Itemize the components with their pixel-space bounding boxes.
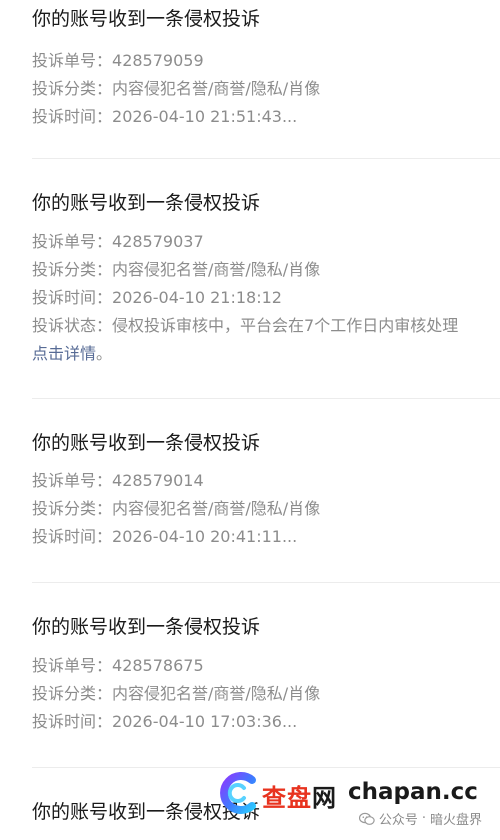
- complaint-card[interactable]: 你的账号收到一条侵权投诉 投诉单号：428579059 投诉分类：内容侵犯名誉/…: [32, 6, 500, 136]
- complaint-title: 你的账号收到一条侵权投诉: [32, 192, 261, 214]
- chapan-logo-icon: [220, 772, 256, 814]
- complaint-category-label: 投诉分类：: [32, 684, 113, 703]
- complaint-time-row: 投诉时间：2026-04-10 17:03:36...: [32, 711, 297, 733]
- view-details-link[interactable]: 点击详情: [32, 344, 96, 363]
- complaint-list-page: 你的账号收到一条侵权投诉 投诉单号：428579059 投诉分类：内容侵犯名誉/…: [0, 0, 500, 840]
- complaint-time-row: 投诉时间：2026-04-10 21:18:12: [32, 287, 282, 309]
- watermark-account-separator: ·: [421, 811, 426, 826]
- complaint-category-label: 投诉分类：: [32, 79, 113, 98]
- complaint-time-value: 2026-04-10 20:41:11...: [112, 527, 298, 546]
- watermark-brand: 查盘网: [262, 778, 337, 813]
- complaint-category-row: 投诉分类：内容侵犯名誉/商誉/隐私/肖像: [32, 683, 320, 705]
- complaint-category-row: 投诉分类：内容侵犯名誉/商誉/隐私/肖像: [32, 78, 320, 100]
- complaint-category-value: 内容侵犯名誉/商誉/隐私/肖像: [112, 499, 321, 518]
- complaint-title: 你的账号收到一条侵权投诉: [32, 8, 261, 30]
- complaint-category-value: 内容侵犯名誉/商誉/隐私/肖像: [112, 684, 321, 703]
- complaint-time-label: 投诉时间：: [32, 527, 113, 546]
- complaint-category-label: 投诉分类：: [32, 260, 113, 279]
- divider: [32, 582, 500, 583]
- complaint-time-row: 投诉时间：2026-04-10 21:51:43...: [32, 106, 297, 128]
- divider: [32, 158, 500, 159]
- divider: [32, 398, 500, 399]
- complaint-number-value: 428578675: [112, 656, 204, 675]
- complaint-category-row: 投诉分类：内容侵犯名誉/商誉/隐私/肖像: [32, 498, 320, 520]
- complaint-number-row: 投诉单号：428579014: [32, 470, 204, 492]
- complaint-number-value: 428579059: [112, 51, 204, 70]
- complaint-time-label: 投诉时间：: [32, 288, 113, 307]
- complaint-number-row: 投诉单号：428579037: [32, 231, 204, 253]
- complaint-card[interactable]: 你的账号收到一条侵权投诉 投诉单号：428578675 投诉分类：内容侵犯名誉/…: [32, 614, 500, 744]
- complaint-title: 你的账号收到一条侵权投诉: [32, 432, 261, 454]
- complaint-category-row: 投诉分类：内容侵犯名誉/商誉/隐私/肖像: [32, 259, 320, 281]
- complaint-time-value: 2026-04-10 17:03:36...: [112, 712, 298, 731]
- complaint-status-row: 投诉状态：侵权投诉审核中，平台会在7个工作日内审核处理: [32, 315, 458, 337]
- watermark-account-prefix: 公众号: [378, 813, 418, 828]
- complaint-detail-row: 点击详情。: [32, 343, 112, 365]
- complaint-number-row: 投诉单号：428578675: [32, 655, 204, 677]
- watermark-domain: chapan.cc: [348, 779, 478, 805]
- detail-suffix: 。: [96, 344, 113, 363]
- complaint-card[interactable]: 你的账号收到一条侵权投诉 投诉单号：428579014 投诉分类：内容侵犯名誉/…: [32, 430, 500, 560]
- complaint-category-value: 内容侵犯名誉/商誉/隐私/肖像: [112, 79, 321, 98]
- watermark-brand-suffix: 网: [312, 784, 337, 812]
- complaint-time-value: 2026-04-10 21:51:43...: [112, 107, 298, 126]
- complaint-status-label: 投诉状态：: [32, 316, 113, 335]
- complaint-category-value: 内容侵犯名誉/商誉/隐私/肖像: [112, 260, 321, 279]
- watermark-brand-cn: 查盘: [262, 784, 312, 812]
- complaint-number-row: 投诉单号：428579059: [32, 50, 204, 72]
- complaint-number-label: 投诉单号：: [32, 232, 113, 251]
- complaint-time-value: 2026-04-10 21:18:12: [112, 288, 282, 307]
- complaint-number-label: 投诉单号：: [32, 471, 113, 490]
- complaint-number-value: 428579014: [112, 471, 204, 490]
- complaint-time-label: 投诉时间：: [32, 107, 113, 126]
- complaint-number-label: 投诉单号：: [32, 51, 113, 70]
- divider: [32, 767, 500, 768]
- wechat-official-account-icon: [358, 812, 375, 825]
- complaint-number-label: 投诉单号：: [32, 656, 113, 675]
- complaint-time-row: 投诉时间：2026-04-10 20:41:11...: [32, 526, 297, 548]
- complaint-card[interactable]: 你的账号收到一条侵权投诉 投诉单号：428579037 投诉分类：内容侵犯名誉/…: [32, 190, 500, 370]
- complaint-title: 你的账号收到一条侵权投诉: [32, 616, 261, 638]
- complaint-time-label: 投诉时间：: [32, 712, 113, 731]
- watermark-account: 公众号 · 暗火盘界: [358, 809, 482, 828]
- complaint-number-value: 428579037: [112, 232, 204, 251]
- complaint-category-label: 投诉分类：: [32, 499, 113, 518]
- watermark-account-name: 暗火盘界: [429, 813, 482, 828]
- complaint-status-value: 侵权投诉审核中，平台会在7个工作日内审核处理: [112, 316, 459, 335]
